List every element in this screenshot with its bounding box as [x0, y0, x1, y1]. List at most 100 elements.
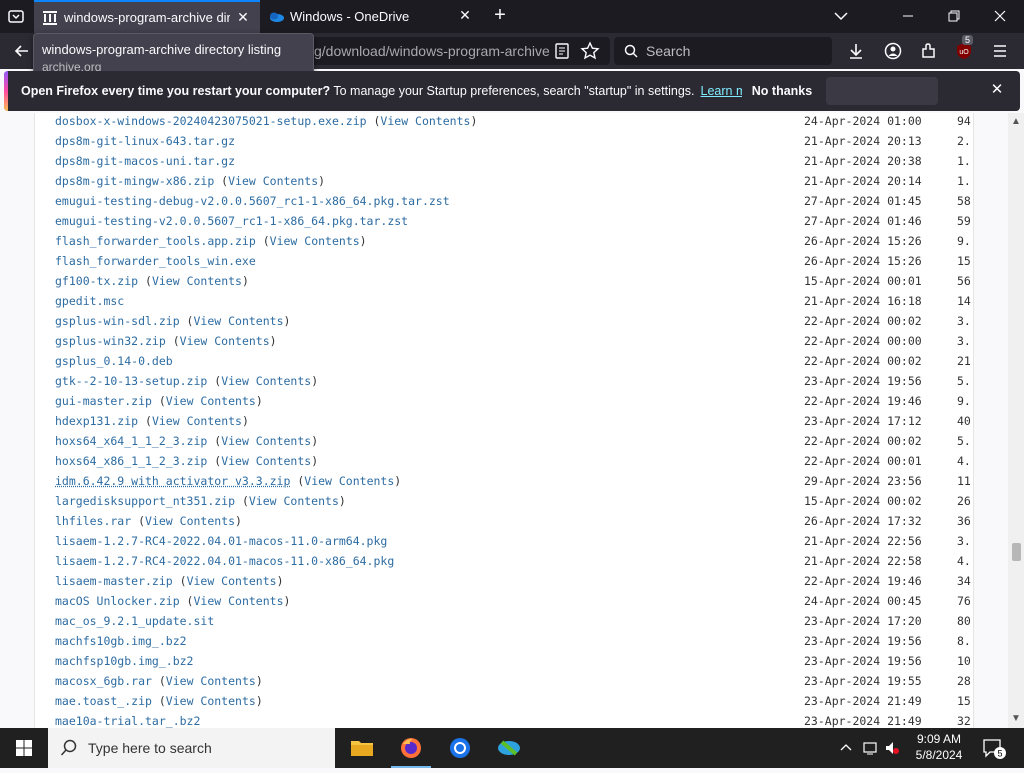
- close-window-icon[interactable]: [990, 6, 1010, 26]
- view-contents-link[interactable]: View Contents: [193, 314, 283, 328]
- file-link[interactable]: machfsp10gb.img_.bz2: [55, 654, 193, 668]
- view-contents-link[interactable]: View Contents: [221, 454, 311, 468]
- file-link[interactable]: lhfiles.rar: [55, 514, 131, 528]
- file-link[interactable]: hoxs64_x86_1_1_2_3.zip: [55, 454, 207, 468]
- tab-list-icon[interactable]: [6, 6, 26, 26]
- chrome-icon[interactable]: [436, 728, 484, 768]
- file-link[interactable]: macosx_6gb.rar: [55, 674, 152, 688]
- restore-icon[interactable]: [944, 6, 964, 26]
- view-contents-link[interactable]: View Contents: [166, 694, 256, 708]
- notification-bold: Open Firefox every time you restart your…: [21, 84, 331, 98]
- account-icon[interactable]: [883, 41, 903, 61]
- file-link[interactable]: hoxs64_x64_1_1_2_3.zip: [55, 434, 207, 448]
- new-tab-icon[interactable]: +: [490, 5, 510, 26]
- view-contents-link[interactable]: View Contents: [221, 374, 311, 388]
- view-contents-wrapper: (View Contents): [290, 474, 402, 488]
- scroll-down-icon[interactable]: ▼: [1011, 714, 1021, 724]
- view-contents-wrapper: (View Contents): [151, 394, 263, 408]
- file-link[interactable]: dps8m-git-mingw-x86.zip: [55, 174, 214, 188]
- file-link[interactable]: mae10a-trial.tar_.bz2: [55, 714, 200, 728]
- view-contents-link[interactable]: View Contents: [304, 474, 394, 488]
- file-link[interactable]: flash_forwarder_tools.app.zip: [55, 234, 256, 248]
- view-contents-link[interactable]: View Contents: [380, 114, 470, 128]
- file-date: 24-Apr-2024 00:45: [804, 594, 922, 608]
- scroll-thumb[interactable]: [1012, 543, 1021, 561]
- file-link[interactable]: lisaem-1.2.7-RC4-2022.04.01-macos-11.0-x…: [55, 554, 394, 568]
- file-size: 1.: [957, 154, 971, 168]
- table-row: emugui-testing-debug-v2.0.0.5607_rc1-1-x…: [55, 194, 975, 214]
- view-contents-link[interactable]: View Contents: [152, 414, 242, 428]
- minimize-icon[interactable]: [898, 6, 918, 26]
- file-link[interactable]: dps8m-git-macos-uni.tar.gz: [55, 154, 235, 168]
- network-icon[interactable]: [862, 738, 880, 758]
- reader-view-icon[interactable]: [552, 41, 572, 61]
- vertical-scrollbar[interactable]: ▲ ▼: [1008, 113, 1024, 728]
- view-contents-link[interactable]: View Contents: [145, 514, 235, 528]
- scroll-up-icon[interactable]: ▲: [1011, 117, 1021, 127]
- view-contents-link[interactable]: View Contents: [187, 574, 277, 588]
- extensions-icon[interactable]: [919, 41, 939, 61]
- file-link[interactable]: emugui-testing-debug-v2.0.0.5607_rc1-1-x…: [55, 194, 450, 208]
- file-link[interactable]: emugui-testing-v2.0.0.5607_rc1-1-x86_64.…: [55, 214, 408, 228]
- view-contents-link[interactable]: View Contents: [221, 434, 311, 448]
- volume-muted-icon[interactable]: [884, 738, 900, 758]
- close-tab-icon[interactable]: ✕: [236, 10, 250, 24]
- file-link[interactable]: machfs10gb.img_.bz2: [55, 634, 187, 648]
- close-icon[interactable]: ✕: [989, 82, 1005, 98]
- download-manager-icon[interactable]: [485, 728, 533, 768]
- file-link[interactable]: flash_forwarder_tools_win.exe: [55, 254, 256, 268]
- view-contents-link[interactable]: View Contents: [166, 394, 256, 408]
- back-arrow-icon[interactable]: [12, 41, 32, 61]
- table-row: gsplus-win-sdl.zip (View Contents) 22-Apr…: [55, 314, 975, 334]
- view-contents-link[interactable]: View Contents: [249, 494, 339, 508]
- firefox-icon[interactable]: [387, 728, 435, 768]
- table-row: mae.toast_.zip (View Contents) 23-Apr-202…: [55, 694, 975, 714]
- file-link[interactable]: gsplus_0.14-0.deb: [55, 354, 173, 368]
- view-contents-link[interactable]: View Contents: [193, 594, 283, 608]
- search-bar[interactable]: Search: [614, 37, 832, 65]
- taskbar-search[interactable]: Type here to search: [48, 728, 335, 768]
- downloads-icon[interactable]: [846, 41, 866, 61]
- file-link[interactable]: gf100-tx.zip: [55, 274, 138, 288]
- no-thanks-button[interactable]: No thanks: [742, 77, 822, 105]
- file-link[interactable]: lisaem-master.zip: [55, 574, 173, 588]
- file-link[interactable]: mac_os_9.2.1_update.sit: [55, 614, 214, 628]
- file-date: 23-Apr-2024 21:49: [804, 714, 922, 728]
- file-link[interactable]: gpedit.msc: [55, 294, 124, 308]
- file-link[interactable]: gui-master.zip: [55, 394, 152, 408]
- tab-onedrive[interactable]: Windows - OneDrive ✕: [260, 0, 482, 33]
- file-link[interactable]: dosbox-x-windows-20240423075021-setup.ex…: [55, 114, 367, 128]
- notification-secondary-button[interactable]: [826, 77, 938, 105]
- file-link[interactable]: gtk--2-10-13-setup.zip: [55, 374, 207, 388]
- view-contents-link[interactable]: View Contents: [180, 334, 270, 348]
- file-link[interactable]: lisaem-1.2.7-RC4-2022.04.01-macos-11.0-a…: [55, 534, 387, 548]
- view-contents-link[interactable]: View Contents: [270, 234, 360, 248]
- system-clock[interactable]: 9:09 AM 5/8/2024: [900, 731, 978, 763]
- menu-icon[interactable]: [990, 41, 1010, 61]
- file-link[interactable]: mae.toast_.zip: [55, 694, 152, 708]
- view-contents-wrapper: (View Contents): [366, 114, 478, 128]
- view-contents-link[interactable]: View Contents: [166, 674, 256, 688]
- file-link[interactable]: gsplus-win-sdl.zip: [55, 314, 180, 328]
- file-link[interactable]: largedisksupport_nt351.zip: [55, 494, 235, 508]
- notification-accent: [4, 71, 8, 111]
- chevron-down-icon[interactable]: [832, 8, 850, 24]
- notification-count: 5: [997, 749, 1002, 759]
- close-tab-icon[interactable]: ✕: [458, 8, 472, 22]
- view-contents-link[interactable]: View Contents: [152, 274, 242, 288]
- file-size: 32: [957, 714, 971, 728]
- bookmark-star-icon[interactable]: [580, 41, 600, 61]
- tab-archive[interactable]: windows-program-archive directory listin…: [34, 0, 260, 33]
- url-text: g/download/windows-program-archive: [314, 43, 550, 59]
- view-contents-link[interactable]: View Contents: [228, 174, 318, 188]
- file-link[interactable]: macOS Unlocker.zip: [55, 594, 180, 608]
- file-link[interactable]: idm.6.42.9 with activator v3.3.zip: [55, 474, 290, 488]
- file-link[interactable]: gsplus-win32.zip: [55, 334, 166, 348]
- notification-center-icon[interactable]: 5: [980, 736, 1008, 760]
- chevron-up-icon[interactable]: [838, 738, 854, 758]
- startup-notification: Open Firefox every time you restart your…: [4, 71, 1020, 111]
- windows-start-icon[interactable]: [0, 728, 48, 768]
- file-link[interactable]: dps8m-git-linux-643.tar.gz: [55, 134, 235, 148]
- file-link[interactable]: hdexp131.zip: [55, 414, 138, 428]
- file-explorer-icon[interactable]: [338, 728, 386, 768]
